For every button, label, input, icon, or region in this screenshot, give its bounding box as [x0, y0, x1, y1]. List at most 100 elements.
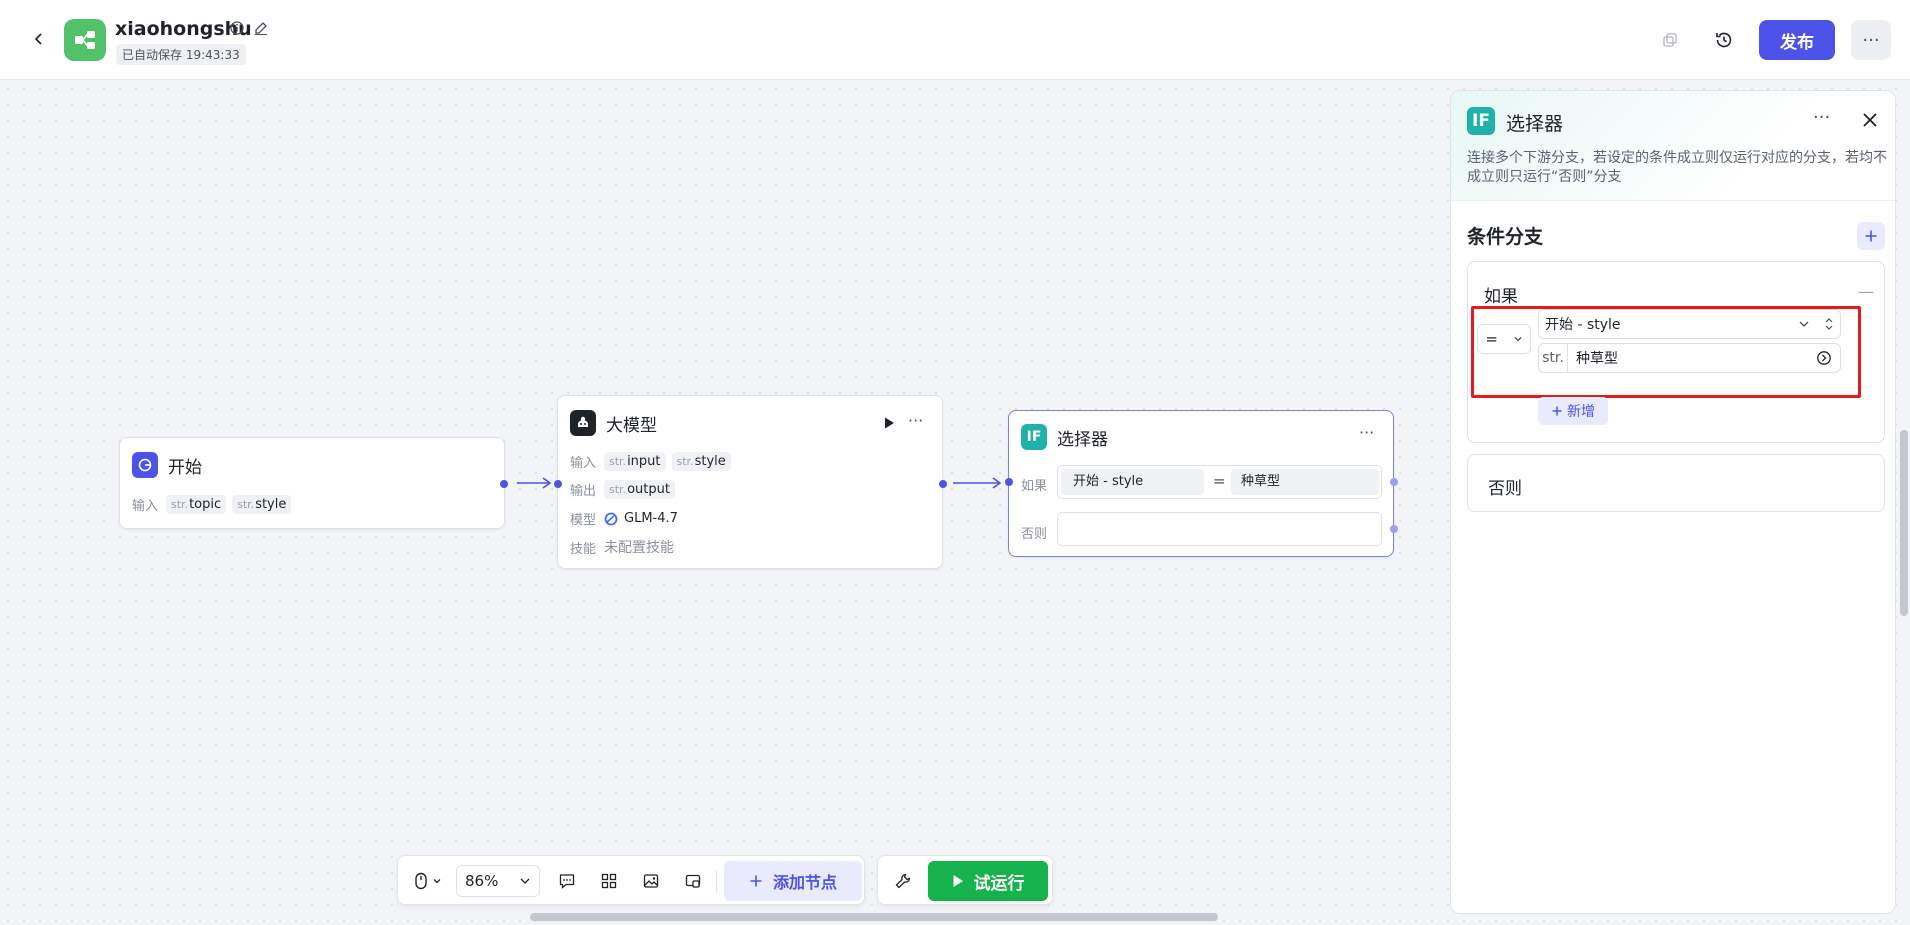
add-branch-button[interactable] [1857, 222, 1885, 250]
panel-title: 选择器 [1506, 113, 1564, 135]
wrench-icon [895, 873, 911, 889]
horizontal-scrollbar[interactable] [530, 913, 1218, 921]
grid-icon [601, 873, 617, 889]
close-icon[interactable] [1859, 109, 1881, 131]
app-logo [64, 19, 106, 61]
copy-icon [1663, 33, 1677, 47]
selector-if-label: 如果 [1021, 479, 1048, 494]
minimap-icon [685, 874, 701, 888]
chevron-down-icon [1799, 321, 1809, 327]
if-branch-label: 如果 [1484, 287, 1518, 307]
info-icon[interactable] [229, 20, 245, 36]
selector-cond-value: 种草型 [1231, 469, 1379, 495]
llm-node-title: 大模型 [606, 415, 657, 436]
canvas-toolbar: 86% 添加节点 [397, 855, 865, 905]
plus-icon [1552, 406, 1562, 416]
top-header: xiaohongshu 已自动保存 19:43:33 发布 ··· [0, 0, 1910, 80]
add-node-button[interactable]: 添加节点 [724, 861, 862, 901]
chevron-down-icon [433, 879, 441, 884]
model-logo-icon [604, 512, 618, 525]
edit-icon[interactable] [253, 20, 269, 36]
plus-icon [750, 875, 762, 887]
robot-icon [578, 416, 588, 427]
variable-value: 开始 - style [1545, 317, 1621, 333]
play-icon[interactable] [882, 416, 896, 430]
selector-cond-operator: = [1213, 472, 1226, 490]
back-button[interactable] [28, 28, 50, 50]
llm-input-label: 输入 [570, 456, 597, 471]
comment-button[interactable] [552, 865, 582, 897]
test-run-label: 试运行 [973, 873, 1025, 894]
panel-more-button[interactable]: ··· [1813, 107, 1830, 128]
copy-button[interactable] [1656, 26, 1684, 54]
start-node[interactable]: 开始 输入 str. topic str. style [119, 437, 508, 529]
selector-node-icon: IF [1021, 424, 1047, 450]
more-options-button[interactable]: ··· [1851, 20, 1891, 60]
add-node-label: 添加节点 [772, 873, 837, 892]
input-label: 输入 [132, 499, 159, 514]
publish-button[interactable]: 发布 [1759, 20, 1835, 60]
llm-input-chip-style: str. style [671, 452, 731, 471]
selector-if-condition[interactable]: 开始 - style = 种草型 [1057, 465, 1382, 499]
panel-header: IF 选择器 ··· 连接多个下游分支，若设定的条件成立则仅运行对应的分支，若均… [1451, 91, 1895, 201]
start-node-title: 开始 [168, 457, 202, 478]
tools-button[interactable] [888, 865, 918, 897]
variable-picker-icon[interactable] [1816, 350, 1832, 366]
selector-cond-variable: 开始 - style [1061, 469, 1204, 495]
llm-model-name: GLM-4.7 [624, 511, 678, 526]
edge-start-llm [517, 477, 552, 489]
test-run-button[interactable]: 试运行 [928, 861, 1048, 901]
value-text: 种草型 [1576, 351, 1618, 367]
value-input[interactable]: str. 种草型 [1538, 343, 1841, 373]
if-branch-card: 如果 — = 开始 - style str. 种草型 新增 [1467, 261, 1885, 443]
panel-description: 连接多个下游分支，若设定的条件成立则仅运行对应的分支，若均不成立则只运行“否则”… [1467, 150, 1887, 185]
llm-input-port[interactable] [554, 480, 562, 488]
add-condition-button[interactable]: 新增 [1538, 397, 1608, 425]
llm-model-label: 模型 [570, 513, 597, 528]
run-toolbar: 试运行 [877, 855, 1053, 905]
zoom-select[interactable]: 86% [456, 865, 540, 897]
vertical-scrollbar[interactable] [1900, 430, 1908, 616]
selector-else-branch[interactable] [1057, 512, 1382, 546]
plus-icon [1865, 230, 1877, 242]
selector-else-port[interactable] [1390, 525, 1398, 533]
condition-branches-title: 条件分支 [1467, 226, 1544, 248]
llm-node[interactable]: 大模型 ··· 输入 str. input str. style 输出 str. ou… [554, 395, 947, 569]
image-button[interactable] [636, 865, 666, 897]
selector-node[interactable]: IF 选择器 ··· 如果 开始 - style = 种草型 否则 [1005, 410, 1398, 557]
llm-node-icon [570, 410, 596, 436]
selector-input-port[interactable] [1005, 478, 1013, 486]
chevron-down-icon [520, 878, 530, 884]
value-type-tag: str. [1539, 344, 1568, 372]
chevron-left-icon [34, 33, 42, 45]
chevron-down-icon [1514, 337, 1522, 342]
workflow-icon [75, 31, 95, 49]
else-branch-label: 否则 [1488, 479, 1522, 499]
selector-config-panel: IF 选择器 ··· 连接多个下游分支，若设定的条件成立则仅运行对应的分支，若均… [1450, 90, 1896, 914]
input-chip-style: str. style [232, 495, 292, 514]
llm-more-button[interactable]: ··· [908, 411, 923, 430]
llm-skill-value: 未配置技能 [604, 540, 674, 556]
toolbar-divider [716, 870, 717, 892]
minimap-button[interactable] [678, 865, 708, 897]
panel-selector-icon: IF [1467, 107, 1495, 135]
stepper-icon[interactable] [1824, 316, 1834, 332]
image-icon [643, 874, 659, 888]
selector-else-label: 否则 [1021, 527, 1048, 542]
variable-select[interactable]: 开始 - style [1538, 309, 1841, 339]
operator-select[interactable]: = [1477, 324, 1531, 354]
autosave-status: 已自动保存 19:43:33 [116, 44, 246, 65]
mouse-icon [415, 872, 427, 890]
comment-icon [559, 874, 575, 889]
selector-more-button[interactable]: ··· [1359, 423, 1374, 442]
play-icon [953, 875, 963, 887]
interaction-mode-button[interactable] [410, 865, 446, 897]
history-button[interactable] [1710, 26, 1738, 54]
selector-if-port[interactable] [1390, 478, 1398, 486]
llm-output-label: 输出 [570, 484, 597, 499]
operator-value: = [1485, 330, 1498, 348]
llm-output-chip: str. output [604, 480, 675, 499]
layout-button[interactable] [594, 865, 624, 897]
edge-llm-selector [953, 477, 1002, 489]
collapse-branch-button[interactable]: — [1858, 282, 1874, 301]
